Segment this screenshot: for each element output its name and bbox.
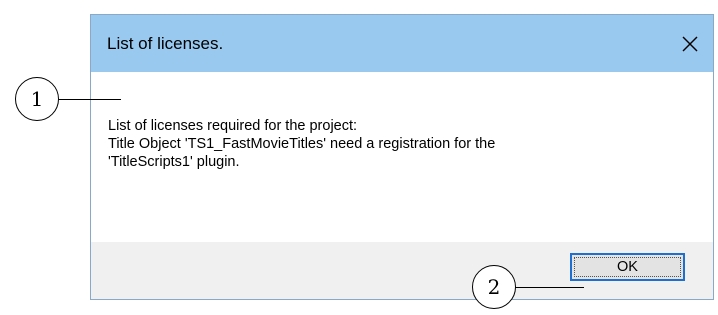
callout-2-leader	[513, 287, 584, 288]
dialog-footer: OK	[91, 242, 713, 299]
screenshot-canvas: List of licenses. List of licenses requi…	[0, 0, 718, 315]
callout-1-number: 1	[30, 87, 44, 111]
callout-1: 1	[15, 77, 59, 121]
dialog-title: List of licenses.	[107, 34, 224, 53]
message-line: List of licenses required for the projec…	[108, 118, 358, 134]
message-line: Title Object 'TS1_FastMovieTitles' need …	[108, 136, 496, 152]
close-button[interactable]	[667, 15, 713, 72]
callout-2-number: 2	[487, 275, 501, 299]
ok-button[interactable]: OK	[570, 253, 685, 281]
license-dialog: List of licenses. List of licenses requi…	[90, 14, 714, 300]
callout-2: 2	[472, 265, 516, 309]
ok-button-label: OK	[617, 259, 638, 275]
dialog-message: List of licenses required for the projec…	[108, 117, 698, 171]
dialog-content: List of licenses required for the projec…	[91, 72, 713, 242]
callout-1-leader	[59, 99, 121, 100]
dialog-titlebar[interactable]: List of licenses.	[91, 15, 713, 72]
message-line: 'TitleScripts1' plugin.	[108, 154, 240, 170]
close-icon	[682, 36, 698, 51]
